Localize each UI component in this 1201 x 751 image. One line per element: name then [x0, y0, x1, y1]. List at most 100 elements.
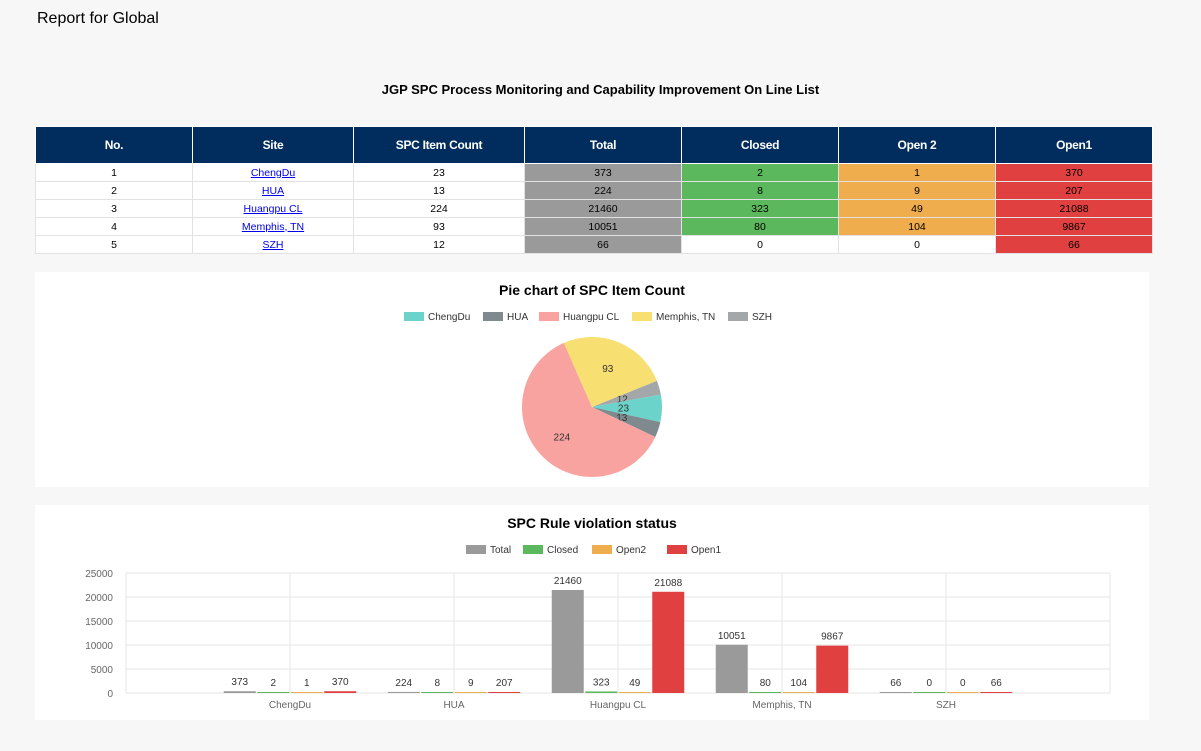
bar[interactable]: [387, 691, 420, 693]
site-link[interactable]: ChengDu: [251, 167, 295, 179]
cell-no: 3: [35, 199, 193, 218]
cell-open1: 9867: [995, 217, 1153, 236]
pie-slices: 12231322493: [522, 337, 662, 477]
pie-legend-label[interactable]: ChengDu: [428, 312, 470, 323]
cell-total: 224: [524, 181, 682, 200]
x-tick-label: ChengDu: [269, 700, 311, 711]
bar-chart: SPC Rule violation status Total Closed Ope…: [85, 515, 1111, 711]
cell-no: 4: [35, 217, 193, 236]
bar-value-label: 0: [926, 678, 932, 689]
pie-slice-label: 224: [554, 432, 571, 443]
cell-open2: 9: [838, 181, 996, 200]
pie-legend-label[interactable]: Huangpu CL: [563, 312, 620, 323]
cell-closed: 80: [681, 217, 839, 236]
x-tick-label: Huangpu CL: [590, 700, 647, 711]
bar-legend-label[interactable]: Open2: [616, 545, 646, 556]
bar-value-label: 1: [304, 678, 310, 689]
x-tick-label: SZH: [936, 700, 956, 711]
bar[interactable]: [652, 591, 685, 693]
bar-legend-swatch[interactable]: [466, 545, 486, 554]
site-link[interactable]: Memphis, TN: [242, 221, 304, 233]
bar-value-label: 207: [496, 678, 513, 689]
pie-chart-panel: Pie chart of SPC Item Count ChengDu HUA Hu…: [35, 272, 1149, 487]
cell-open2: 1: [838, 163, 996, 182]
x-tick-label: Memphis, TN: [752, 700, 811, 711]
cell-closed: 323: [681, 199, 839, 218]
site-link[interactable]: SZH: [263, 239, 284, 251]
pie-legend-swatch[interactable]: [539, 312, 559, 321]
bar[interactable]: [454, 692, 487, 693]
pie-slice-label: 93: [602, 364, 614, 375]
pie-legend-label[interactable]: SZH: [752, 312, 772, 323]
y-tick-label: 15000: [85, 617, 113, 628]
bar-value-label: 104: [790, 678, 807, 689]
pie-legend-label[interactable]: Memphis, TN: [656, 312, 715, 323]
bar-legend-label[interactable]: Total: [490, 545, 511, 556]
cell-site: Memphis, TN: [192, 217, 354, 236]
bar[interactable]: [879, 692, 912, 693]
bar-value-label: 8: [434, 678, 440, 689]
bar-value-label: 66: [890, 678, 902, 689]
pie-legend-swatch[interactable]: [404, 312, 424, 321]
x-tick-label: HUA: [443, 700, 464, 711]
bar[interactable]: [749, 692, 782, 693]
header-total: Total: [524, 126, 682, 164]
cell-closed: 2: [681, 163, 839, 182]
bar-chart-title: SPC Rule violation status: [507, 515, 677, 531]
bar[interactable]: [913, 692, 946, 693]
bar-legend-label[interactable]: Open1: [691, 545, 721, 556]
site-link[interactable]: HUA: [262, 185, 284, 197]
pie-legend: ChengDu HUA Huangpu CL Memphis, TN SZH: [404, 312, 772, 323]
page-title: Report for Global: [37, 10, 159, 27]
bar-legend-label[interactable]: Closed: [547, 545, 578, 556]
header-closed: Closed: [681, 126, 839, 164]
header-open1: Open1: [995, 126, 1153, 164]
bar[interactable]: [715, 644, 748, 693]
table-header-row: No. Site SPC Item Count Total Closed Ope…: [35, 126, 1153, 164]
pie-legend-swatch[interactable]: [728, 312, 748, 321]
bar[interactable]: [946, 692, 979, 693]
bar-legend-swatch[interactable]: [667, 545, 687, 554]
bar[interactable]: [551, 589, 584, 693]
bar-legend: Total Closed Open2 Open1: [466, 545, 721, 556]
bar[interactable]: [618, 692, 651, 693]
table-row: 4 Memphis, TN 93 10051 80 104 9867: [35, 217, 1153, 236]
header-spc-item-count: SPC Item Count: [353, 126, 525, 164]
bar[interactable]: [223, 691, 256, 693]
table-row: 5 SZH 12 66 0 0 66: [35, 235, 1153, 254]
pie-legend-swatch[interactable]: [632, 312, 652, 321]
bar-value-label: 323: [593, 677, 610, 688]
cell-total: 373: [524, 163, 682, 182]
cell-open1: 207: [995, 181, 1153, 200]
bar[interactable]: [782, 692, 815, 693]
header-site: Site: [192, 126, 354, 164]
y-tick-label: 5000: [91, 665, 114, 676]
cell-spc-item-count: 13: [353, 181, 525, 200]
cell-open1: 66: [995, 235, 1153, 254]
bar-legend-swatch[interactable]: [592, 545, 612, 554]
cell-closed: 0: [681, 235, 839, 254]
bar[interactable]: [290, 692, 323, 693]
cell-open1: 21088: [995, 199, 1153, 218]
table-row: 2 HUA 13 224 8 9 207: [35, 181, 1153, 200]
cell-no: 5: [35, 235, 193, 254]
bar[interactable]: [980, 692, 1013, 693]
cell-spc-item-count: 12: [353, 235, 525, 254]
bar[interactable]: [816, 645, 849, 693]
bar[interactable]: [257, 692, 290, 693]
y-tick-label: 25000: [85, 569, 113, 580]
bar[interactable]: [488, 692, 521, 693]
bar-legend-swatch[interactable]: [523, 545, 543, 554]
bar[interactable]: [585, 691, 618, 693]
cell-spc-item-count: 23: [353, 163, 525, 182]
pie-legend-label[interactable]: HUA: [507, 312, 528, 323]
pie-legend-swatch[interactable]: [483, 312, 503, 321]
bar-value-label: 2: [270, 678, 276, 689]
bar[interactable]: [421, 692, 454, 693]
site-link[interactable]: Huangpu CL: [244, 203, 303, 215]
bar[interactable]: [324, 691, 357, 693]
table-row: 3 Huangpu CL 224 21460 323 49 21088: [35, 199, 1153, 218]
cell-spc-item-count: 93: [353, 217, 525, 236]
bar-chart-panel: SPC Rule violation status Total Closed Ope…: [35, 505, 1149, 720]
table-body: 1 ChengDu 23 373 2 1 370 2 HUA 13 224 8 9 207 3 Huangpu…: [35, 163, 1153, 254]
